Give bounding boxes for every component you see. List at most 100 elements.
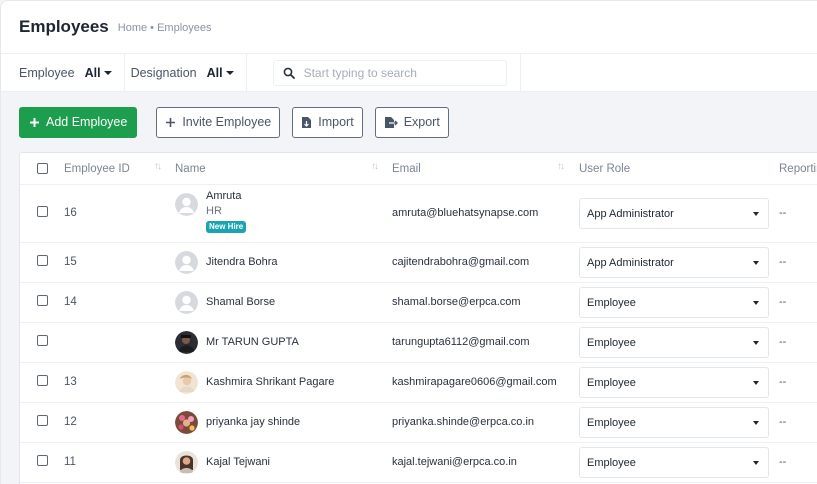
export-label: Export [403, 115, 440, 129]
reporting-to: -- [779, 256, 787, 268]
avatar[interactable] [175, 331, 198, 354]
employee-email: kashmirapagare0606@gmail.com [392, 376, 557, 388]
column-header-reporting: Reportin [779, 163, 817, 175]
row-checkbox[interactable] [37, 206, 48, 217]
avatar[interactable] [175, 451, 198, 474]
employee-name[interactable]: Mr TARUN GUPTA [206, 335, 299, 350]
file-export-icon [384, 116, 398, 129]
sort-icon[interactable]: ↑↓ [557, 161, 565, 172]
user-role-value: Employee [587, 456, 636, 469]
row-checkbox[interactable] [37, 255, 48, 266]
plus-icon [29, 117, 40, 128]
column-header-employee-id[interactable]: Employee ID [64, 163, 130, 175]
chevron-down-icon [753, 211, 759, 216]
sort-icon[interactable]: ↑↓ [371, 161, 379, 172]
employee-email: priyanka.shinde@erpca.co.in [392, 416, 535, 428]
chevron-down-icon [753, 420, 759, 425]
employee-name[interactable]: Kashmira Shrikant Pagare [206, 375, 334, 390]
import-button[interactable]: Import [292, 106, 363, 138]
invite-employee-button[interactable]: Invite Employee [156, 106, 281, 138]
reporting-to: -- [779, 296, 787, 308]
add-employee-button[interactable]: Add Employee [19, 106, 138, 138]
user-role-value: App Administrator [587, 207, 674, 220]
avatar[interactable] [175, 411, 198, 434]
designation-filter-label: Designation [130, 65, 197, 80]
reporting-to: -- [779, 336, 787, 348]
table-row: 16 Amruta HR New Hire amruta@bluehatsyna… [20, 185, 817, 243]
user-role-select[interactable]: Employee [579, 407, 769, 438]
user-role-value: Employee [587, 416, 636, 429]
avatar[interactable] [175, 193, 198, 216]
sort-icon[interactable]: ↑↓ [154, 161, 162, 172]
user-role-select[interactable]: Employee [579, 327, 769, 358]
row-checkbox[interactable] [37, 455, 48, 466]
employee-name[interactable]: Kajal Tejwani [206, 455, 270, 470]
reporting-to: -- [779, 207, 787, 219]
employee-id: 15 [64, 256, 77, 268]
employee-id: 12 [64, 416, 77, 428]
avatar[interactable] [175, 371, 198, 394]
employee-name[interactable]: Amruta [206, 189, 246, 204]
user-role-select[interactable]: App Administrator [579, 247, 769, 278]
select-all-checkbox[interactable] [37, 163, 48, 174]
user-role-select[interactable]: Employee [579, 367, 769, 398]
employee-designation: HR [206, 205, 222, 217]
avatar[interactable] [175, 251, 198, 274]
chevron-down-icon [753, 300, 759, 305]
row-checkbox[interactable] [37, 415, 48, 426]
table-row: 15 Jitendra Bohra cajitendrabohra@gmail.… [20, 243, 817, 283]
employee-name[interactable]: Shamal Borse [206, 295, 275, 310]
chevron-down-icon [753, 260, 759, 265]
employee-id: 16 [64, 207, 77, 219]
employee-email: cajitendrabohra@gmail.com [392, 256, 530, 268]
chevron-down-icon [753, 380, 759, 385]
search-icon [274, 61, 304, 85]
employee-filter-value[interactable]: All [85, 66, 112, 80]
reporting-to: -- [779, 416, 787, 428]
table-row: 11 Kajal Tejwani kajal.tejwani@erpca.co.… [20, 443, 817, 483]
row-checkbox[interactable] [37, 295, 48, 306]
table-row: 13 Kashmira Shrikant Pagare kashmirapaga… [20, 363, 817, 403]
employee-email: amruta@bluehatsynapse.com [392, 207, 539, 219]
employees-table: Employee ID ↑↓ Name ↑↓ Email ↑↓ User Rol… [19, 152, 817, 484]
designation-filter-value[interactable]: All [207, 66, 234, 80]
search-box[interactable] [272, 59, 507, 86]
invite-employee-label: Invite Employee [182, 115, 272, 129]
column-header-name[interactable]: Name [175, 163, 206, 175]
filter-divider [507, 54, 521, 91]
breadcrumb[interactable]: Home • Employees [118, 22, 212, 34]
table-header-row: Employee ID ↑↓ Name ↑↓ Email ↑↓ User Rol… [20, 153, 817, 185]
avatar[interactable] [175, 291, 198, 314]
reporting-to: -- [779, 376, 787, 388]
column-header-user-role: User Role [579, 163, 631, 175]
employee-id: 11 [64, 456, 76, 468]
designation-filter[interactable]: Designation All [125, 54, 247, 91]
user-role-value: App Administrator [587, 256, 674, 269]
page-header: Employees Home • Employees [1, 1, 817, 54]
reporting-to: -- [779, 456, 787, 468]
import-label: Import [318, 115, 354, 129]
user-role-select[interactable]: App Administrator [579, 198, 769, 229]
row-checkbox[interactable] [37, 335, 48, 346]
table-row: Mr TARUN GUPTA tarungupta6112@gmail.com … [20, 323, 817, 363]
export-button[interactable]: Export [374, 106, 449, 138]
plus-icon [165, 117, 176, 128]
user-role-select[interactable]: Employee [579, 287, 769, 318]
chevron-down-icon [225, 70, 234, 75]
employee-email: kajal.tejwani@erpca.co.in [392, 456, 517, 468]
employee-name[interactable]: priyanka jay shinde [206, 415, 300, 430]
page-title: Employees [19, 17, 109, 36]
filter-bar: Employee All Designation All [1, 54, 817, 92]
chevron-down-icon [753, 340, 759, 345]
employee-filter[interactable]: Employee All [1, 54, 125, 91]
search-input[interactable] [303, 65, 494, 80]
user-role-select[interactable]: Employee [579, 447, 769, 478]
row-checkbox[interactable] [37, 375, 48, 386]
employee-email: tarungupta6112@gmail.com [392, 336, 530, 348]
employee-id: 14 [64, 296, 77, 308]
employee-name[interactable]: Jitendra Bohra [206, 255, 278, 270]
app-frame: Employees Home • Employees Employee All … [0, 0, 817, 484]
user-role-value: Employee [587, 376, 636, 389]
new-hire-badge: New Hire [206, 221, 247, 233]
column-header-email[interactable]: Email [392, 163, 421, 175]
